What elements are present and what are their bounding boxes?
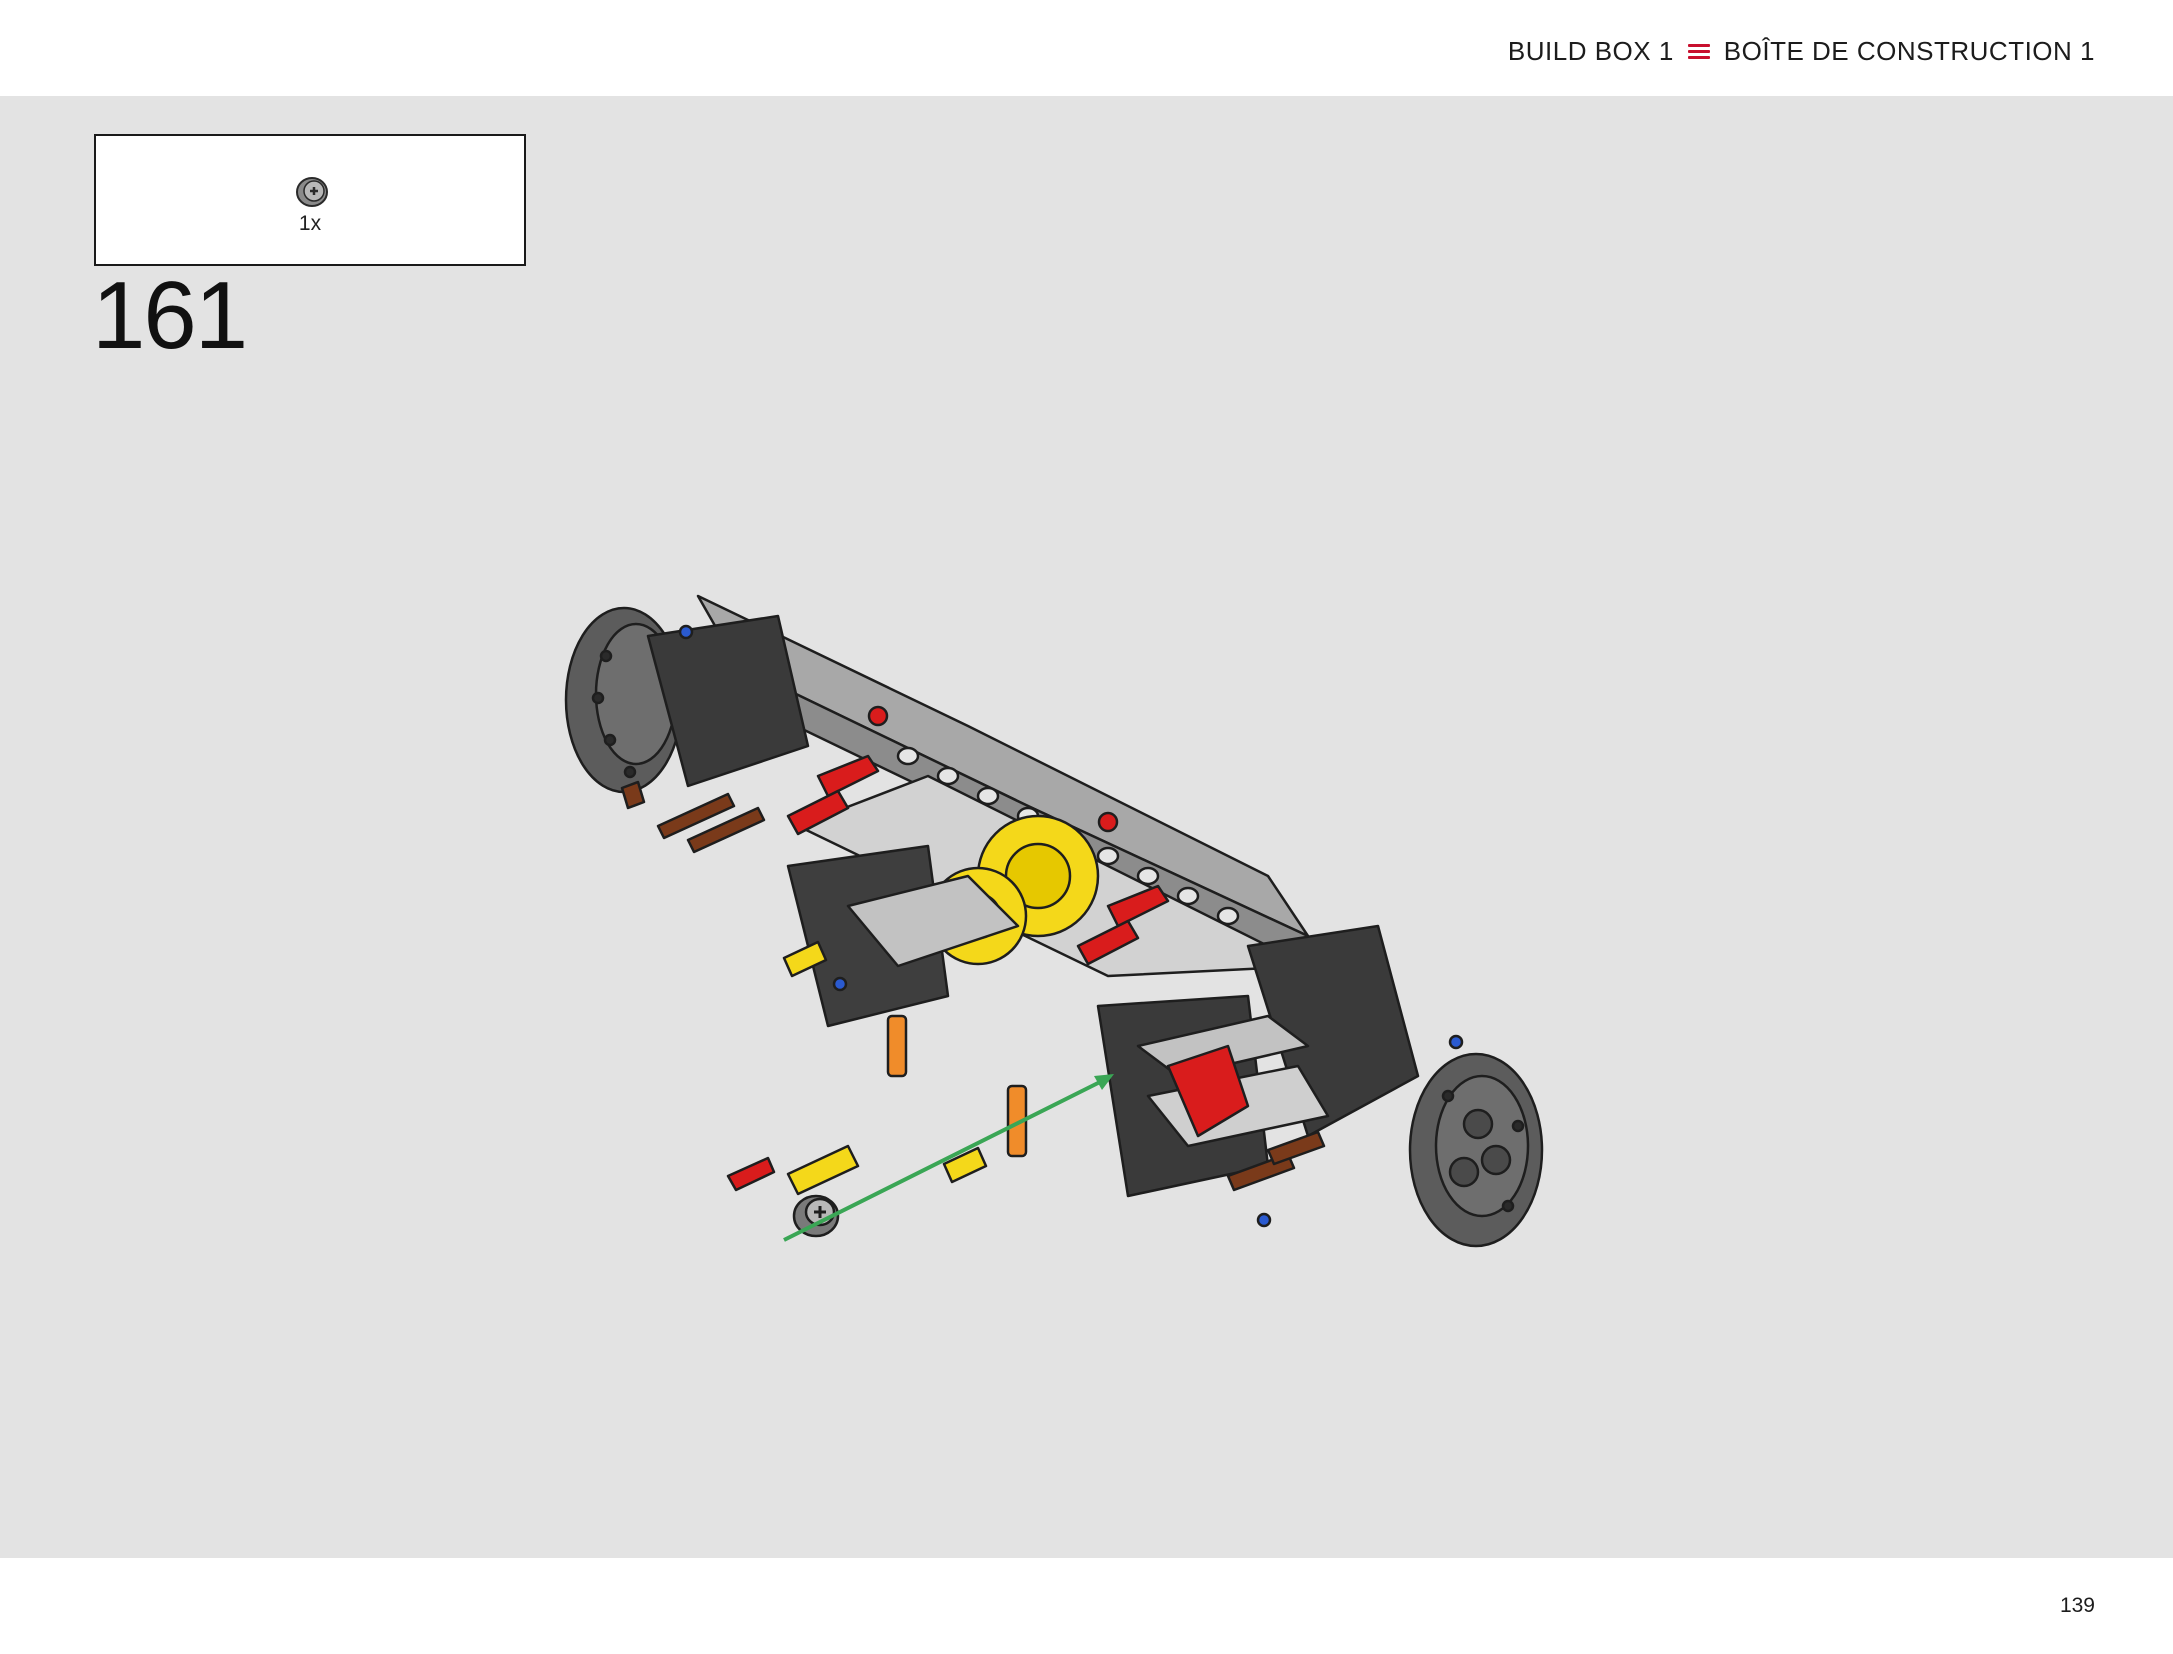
orange-shafts	[886, 1014, 1028, 1158]
step-number: 161	[92, 262, 248, 369]
part-quantity: 1x	[298, 212, 322, 235]
build-box-label-fr: BOÎTE DE CONSTRUCTION 1	[1723, 35, 2095, 66]
page-number: 139	[2059, 1594, 2095, 1617]
bush-connector-icon	[296, 177, 328, 207]
menu-lines-icon	[1687, 43, 1710, 59]
parts-callout: 1x	[94, 134, 526, 266]
page-footer	[0, 1558, 2173, 1654]
build-box-label-en: BUILD BOX 1	[1507, 35, 1674, 66]
build-box-title: BUILD BOX 1 BOÎTE DE CONSTRUCTION 1	[1508, 34, 2095, 68]
page-header: BUILD BOX 1 BOÎTE DE CONSTRUCTION 1	[0, 0, 2173, 96]
lego-technic-axle-assembly	[564, 594, 1544, 1248]
right-brake-disc	[1408, 1052, 1544, 1248]
